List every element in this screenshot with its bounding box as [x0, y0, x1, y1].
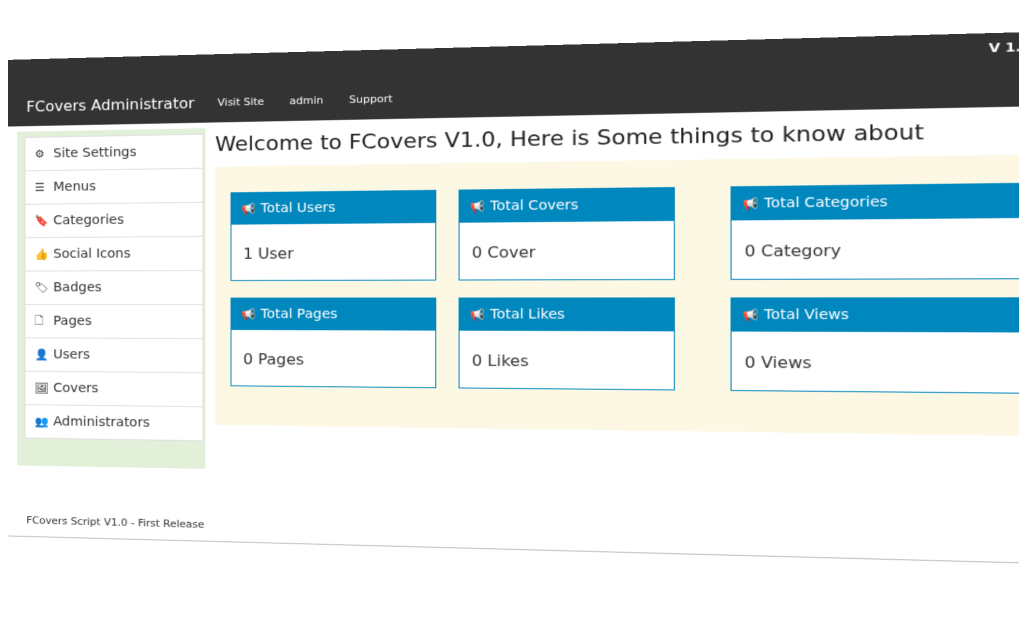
bullhorn-icon: 📢	[742, 196, 759, 211]
footer-divider	[7, 535, 1019, 565]
sidebar-item-administrators[interactable]: 👥 Administrators	[25, 405, 202, 440]
picture-icon: 🖼	[34, 381, 49, 395]
sidebar-item-label: Pages	[53, 313, 92, 329]
bookmark-icon: 🔖	[34, 214, 49, 228]
sidebar-item-label: Categories	[53, 212, 124, 228]
user-icon: 👤	[34, 348, 49, 362]
sidebar-item-users[interactable]: 👤 Users	[25, 338, 203, 374]
thumbs-up-icon: 👍	[34, 247, 49, 261]
card-header: 📢 Total Likes	[459, 298, 674, 332]
version-label: V 1.0	[988, 40, 1019, 57]
sidebar-item-label: Covers	[53, 380, 99, 396]
stat-card-total-covers: 📢 Total Covers 0 Cover	[458, 187, 675, 281]
sidebar-item-label: Site Settings	[53, 145, 137, 161]
sidebar-item-label: Social Icons	[53, 246, 131, 262]
card-title: Total Views	[763, 307, 849, 324]
stat-card-total-likes: 📢 Total Likes 0 Likes	[458, 297, 675, 391]
card-header: 📢 Total Categories	[731, 183, 1019, 221]
sidebar-item-pages[interactable]: 🗋 Pages	[25, 304, 203, 340]
sidebar-item-menus[interactable]: ☰ Menus	[25, 168, 203, 205]
stat-card-total-pages: 📢 Total Pages 0 Pages	[230, 297, 437, 389]
nav-visit-site[interactable]: Visit Site	[218, 95, 265, 108]
card-value: 0 Pages	[243, 350, 304, 369]
cogs-icon: ⚙	[34, 147, 45, 161]
card-title: Total Users	[260, 200, 336, 217]
stats-panel: 📢 Total Users 1 User 📢 Total Covers 0 Cover 📢 T…	[215, 154, 1019, 437]
card-header: 📢 Total Covers	[459, 187, 674, 223]
file-icon: 🗋	[34, 313, 44, 327]
card-value: 0 Likes	[471, 351, 529, 370]
bullhorn-icon: 📢	[469, 307, 486, 322]
stat-card-total-views: 📢 Total Views 0 Views	[730, 297, 1019, 394]
brand-link[interactable]: FCovers Administrator	[26, 94, 194, 115]
tags-icon: 🏷	[34, 281, 49, 295]
sidebar-item-categories[interactable]: 🔖 Categories	[25, 202, 203, 239]
card-value: 1 User	[243, 244, 294, 263]
sidebar-item-label: Administrators	[53, 414, 150, 431]
sidebar-item-social-icons[interactable]: 👍 Social Icons	[25, 236, 203, 272]
card-header: 📢 Total Pages	[231, 298, 436, 331]
bullhorn-icon: 📢	[469, 199, 486, 214]
card-title: Total Covers	[490, 197, 579, 214]
nav-support[interactable]: Support	[349, 92, 392, 105]
page-title: Welcome to FCovers V1.0, Here is Some th…	[215, 120, 924, 157]
sidebar-item-badges[interactable]: 🏷 Badges	[25, 270, 203, 305]
page: V 1.0 FCovers Administrator Visit Site a…	[7, 31, 1019, 638]
sidebar: ⚙ Site Settings ☰ Menus 🔖 Categories 👍 Social I…	[17, 128, 206, 469]
card-value: 0 Views	[744, 353, 812, 373]
menu-icon: ☰	[34, 180, 45, 194]
bullhorn-icon: 📢	[241, 307, 256, 321]
stat-card-total-categories: 📢 Total Categories 0 Category	[730, 182, 1019, 280]
sidebar-item-site-settings[interactable]: ⚙ Site Settings	[25, 134, 203, 172]
card-value: 0 Cover	[471, 243, 536, 262]
sidebar-item-covers[interactable]: 🖼 Covers	[25, 371, 203, 408]
card-title: Total Pages	[260, 306, 338, 322]
footer-text: FCovers Script V1.0 - First Release	[26, 514, 205, 531]
sidebar-menu: ⚙ Site Settings ☰ Menus 🔖 Categories 👍 Social I…	[24, 133, 204, 442]
stat-card-total-users: 📢 Total Users 1 User	[230, 189, 437, 281]
card-title: Total Categories	[763, 194, 888, 212]
nav-admin[interactable]: admin	[290, 94, 324, 107]
sidebar-item-label: Badges	[53, 280, 102, 295]
sidebar-item-label: Users	[53, 347, 90, 363]
bullhorn-icon: 📢	[742, 308, 759, 322]
card-header: 📢 Total Users	[231, 190, 436, 225]
card-header: 📢 Total Views	[731, 298, 1019, 333]
group-icon: 👥	[34, 415, 49, 428]
card-title: Total Likes	[490, 307, 565, 323]
card-value: 0 Category	[744, 241, 841, 261]
sidebar-item-label: Menus	[53, 179, 96, 195]
bullhorn-icon: 📢	[241, 202, 256, 216]
